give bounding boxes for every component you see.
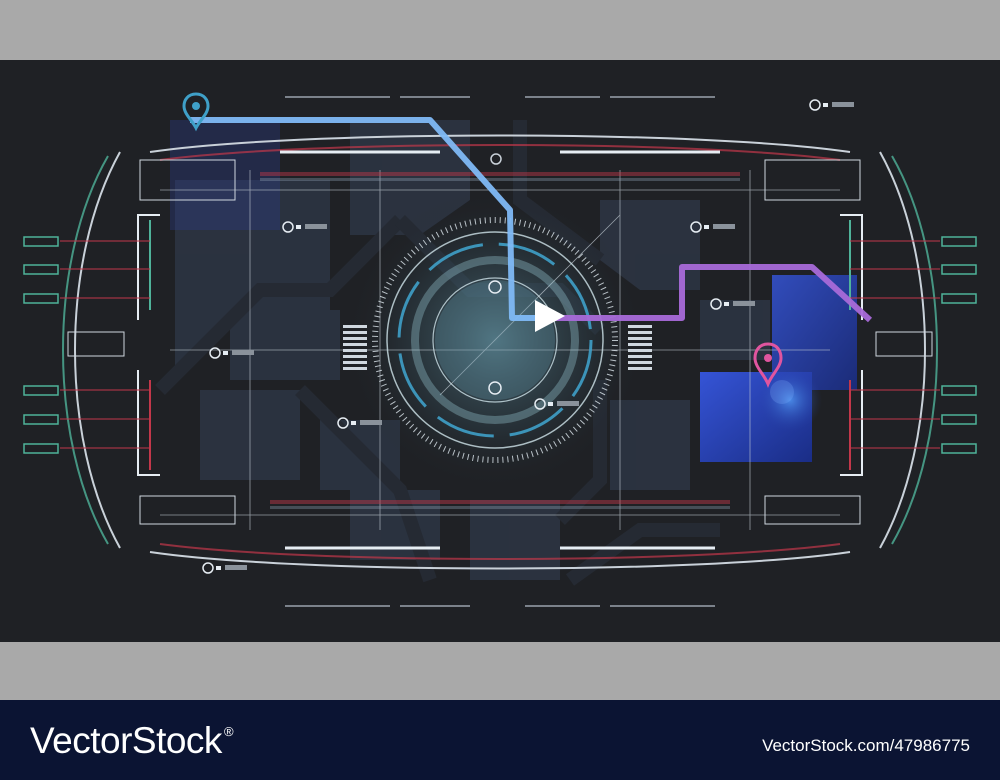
middle-border: [0, 642, 1000, 700]
right-tick-lines: [850, 240, 940, 449]
brand-name: VectorStock: [30, 720, 222, 761]
watermark-footer: VectorStock ® VectorStock.com/47986775: [0, 700, 1000, 780]
top-border: [0, 0, 1000, 60]
top-center-node: [490, 153, 502, 165]
image-id: VectorStock.com/47986775: [762, 736, 970, 755]
left-tick-bars: [23, 236, 59, 454]
left-tick-lines: [60, 240, 150, 449]
brand-logo: VectorStock ®: [30, 720, 234, 762]
lens-flare-small: [770, 380, 794, 404]
hud-navigation-screen: [0, 60, 1000, 642]
registered-mark: ®: [223, 724, 234, 739]
hud-graphic: [23, 92, 977, 607]
right-tick-bars: [941, 236, 977, 454]
